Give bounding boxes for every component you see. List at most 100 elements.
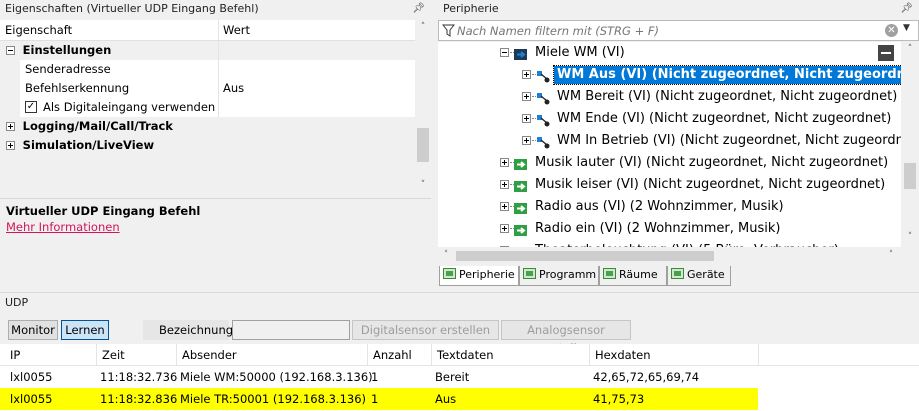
filter-box[interactable]: ✕ ▼ <box>438 20 919 41</box>
col-sender[interactable]: Absender <box>182 344 237 366</box>
hscrollbar-thumb[interactable] <box>456 251 714 261</box>
peripherals-panel-title: Peripherie 📌︎ <box>438 0 919 18</box>
collapse-icon[interactable] <box>500 48 509 57</box>
more-info-link[interactable]: Mehr Informationen <box>6 220 120 234</box>
tree-item[interactable]: Musik lauter (VI) (Nicht zugeordnet, Nic… <box>438 152 901 174</box>
property-label: Als Digitaleingang verwenden <box>43 100 216 114</box>
tree-item[interactable]: WM Bereit (VI) (Nicht zugeordnet, Nicht … <box>438 86 901 108</box>
expand-icon[interactable] <box>522 70 531 79</box>
cell-sender: Miele WM:50000 (192.168.3.136) <box>180 370 373 384</box>
tab-geraete[interactable]: Geräte <box>667 266 731 286</box>
section-logging[interactable]: Logging/Mail/Call/Track <box>0 117 415 136</box>
pin-icon[interactable]: 📌︎ <box>900 0 913 18</box>
udp-row[interactable]: lxl0055 11:18:32.736 Miele WM:50000 (192… <box>0 366 919 388</box>
cell-count: 1 <box>371 370 379 384</box>
section-label: Logging/Mail/Call/Track <box>22 119 173 133</box>
property-grid: Eigenschaft Wert Einstellungen Senderadr… <box>0 20 431 195</box>
expand-icon[interactable] <box>522 136 531 145</box>
section-label: Einstellungen <box>22 43 112 57</box>
bezeichnung-label: Bezeichnung <box>143 320 233 340</box>
col-hex[interactable]: Hexdaten <box>595 344 651 366</box>
learn-button[interactable]: Lernen <box>61 320 109 340</box>
cell-time: 11:18:32.836 <box>100 392 178 406</box>
col-text[interactable]: Textdaten <box>437 344 493 366</box>
scroll-left-icon[interactable]: ˂ <box>440 250 452 260</box>
col-count[interactable]: Anzahl <box>373 344 412 366</box>
monitor-button[interactable]: Monitor <box>8 320 58 340</box>
col-time[interactable]: Zeit <box>102 344 125 366</box>
col-value-header: Wert <box>223 23 251 37</box>
peripherals-title-text: Peripherie <box>443 2 499 15</box>
create-analog-sensor-button[interactable]: Analogsensor erstellen <box>501 320 631 355</box>
property-row-senderadresse[interactable]: Senderadresse <box>0 60 415 79</box>
cell-time: 11:18:32.736 <box>100 370 178 384</box>
tab-peripherie[interactable]: Peripherie <box>439 266 519 286</box>
tree-item-label: Miele WM (VI) <box>535 45 625 60</box>
collapse-icon[interactable] <box>6 46 15 55</box>
udp-row-highlighted[interactable]: lxl0055 11:18:32.836 Miele TR:50001 (192… <box>0 388 758 410</box>
scrollbar-thumb[interactable] <box>417 128 429 162</box>
tree-item-label: Radio aus (VI) (2 Wohnzimmer, Musik) <box>535 199 784 214</box>
tree-hscrollbar[interactable]: ˂ ˃ <box>438 247 901 265</box>
clear-filter-icon[interactable]: ✕ <box>885 24 898 37</box>
virtual-input-icon <box>514 156 528 170</box>
tree-item[interactable]: Theaterbeleuchtung (VI) (5 Büro, Verbrau… <box>438 240 901 247</box>
tree-item[interactable]: WM Aus (VI) (Nicht zugeordnet, Nicht zug… <box>438 64 919 86</box>
section-einstellungen[interactable]: Einstellungen <box>0 41 415 60</box>
udp-panel-title: UDP <box>0 294 919 312</box>
expand-icon[interactable] <box>500 224 509 233</box>
expand-icon[interactable] <box>6 141 15 150</box>
property-value[interactable]: Aus <box>223 79 244 98</box>
scroll-right-icon[interactable]: ˃ <box>885 250 897 260</box>
col-ip[interactable]: IP <box>10 344 20 366</box>
scroll-down-icon[interactable]: ˅ <box>901 232 919 242</box>
cell-ip: lxl0055 <box>10 370 53 384</box>
cell-hex: 41,75,73 <box>593 392 645 406</box>
tree-item[interactable]: Radio aus (VI) (2 Wohnzimmer, Musik) <box>438 196 901 218</box>
peripherals-tab-icon <box>443 268 456 279</box>
dropdown-icon[interactable]: ▼ <box>903 23 910 33</box>
bezeichnung-input[interactable] <box>232 320 350 340</box>
property-description: Virtueller UDP Eingang Befehl Mehr Infor… <box>0 198 431 258</box>
property-row-digitaleingang[interactable]: ✓ Als Digitaleingang verwenden <box>0 98 415 117</box>
filter-input[interactable] <box>457 22 877 39</box>
tree-item[interactable]: WM In Betrieb (VI) (Nicht zugeordnet, Ni… <box>438 130 919 152</box>
property-scrollbar[interactable]: ˄ ˅ <box>415 20 431 195</box>
scroll-down-icon[interactable]: ˅ <box>415 180 431 190</box>
cell-hex: 42,65,72,65,69,74 <box>593 370 700 384</box>
expand-icon[interactable] <box>500 180 509 189</box>
virtual-input-icon <box>514 222 528 236</box>
tab-raeume[interactable]: Räume <box>599 266 667 286</box>
tree-scrollbar[interactable]: ˄ ˅ <box>901 42 919 247</box>
property-label: Befehlserkennung <box>25 81 130 95</box>
virtual-input-command-icon <box>536 90 550 105</box>
property-label: Senderadresse <box>25 62 111 76</box>
tree-item[interactable]: Musik leiser (VI) (Nicht zugeordnet, Nic… <box>438 174 901 196</box>
program-tab-icon <box>523 268 536 279</box>
tree-item-label: Theaterbeleuchtung (VI) (5 Büro, Verbrau… <box>532 240 842 247</box>
pin-icon[interactable]: 📌︎ <box>412 0 425 18</box>
virtual-input-group-icon <box>514 46 528 60</box>
udp-grid-header: IP Zeit Absender Anzahl Textdaten Hexdat… <box>0 344 919 366</box>
virtual-input-command-icon <box>536 112 550 127</box>
expand-icon[interactable] <box>522 92 531 101</box>
col-property-header: Eigenschaft <box>5 23 73 37</box>
scroll-up-icon[interactable]: ˄ <box>415 22 431 32</box>
expand-icon[interactable] <box>6 122 15 131</box>
expand-icon[interactable] <box>522 114 531 123</box>
property-row-befehlserkennung[interactable]: Befehlserkennung Aus <box>0 79 415 98</box>
expand-icon[interactable] <box>500 202 509 211</box>
tab-programm[interactable]: Programm <box>519 266 599 286</box>
tree-item[interactable]: Miele WM (VI) <box>438 42 901 64</box>
virtual-input-icon <box>514 200 528 214</box>
expand-icon[interactable] <box>500 158 509 167</box>
tree-item[interactable]: Radio ein (VI) (2 Wohnzimmer, Musik) <box>438 218 901 240</box>
peripheral-tree: Miele WM (VI) WM Aus (VI) (Nicht zugeordn… <box>438 42 919 247</box>
digital-input-checkbox[interactable]: ✓ <box>25 101 37 113</box>
scrollbar-thumb[interactable] <box>904 163 916 189</box>
tree-item-label: Radio ein (VI) (2 Wohnzimmer, Musik) <box>535 221 781 236</box>
create-digital-sensor-button[interactable]: Digitalsensor erstellen <box>352 320 499 340</box>
scroll-up-icon[interactable]: ˄ <box>901 44 919 54</box>
section-simulation[interactable]: Simulation/LiveView <box>0 136 415 155</box>
tree-item[interactable]: WM Ende (VI) (Nicht zugeordnet, Nicht zu… <box>438 108 901 130</box>
